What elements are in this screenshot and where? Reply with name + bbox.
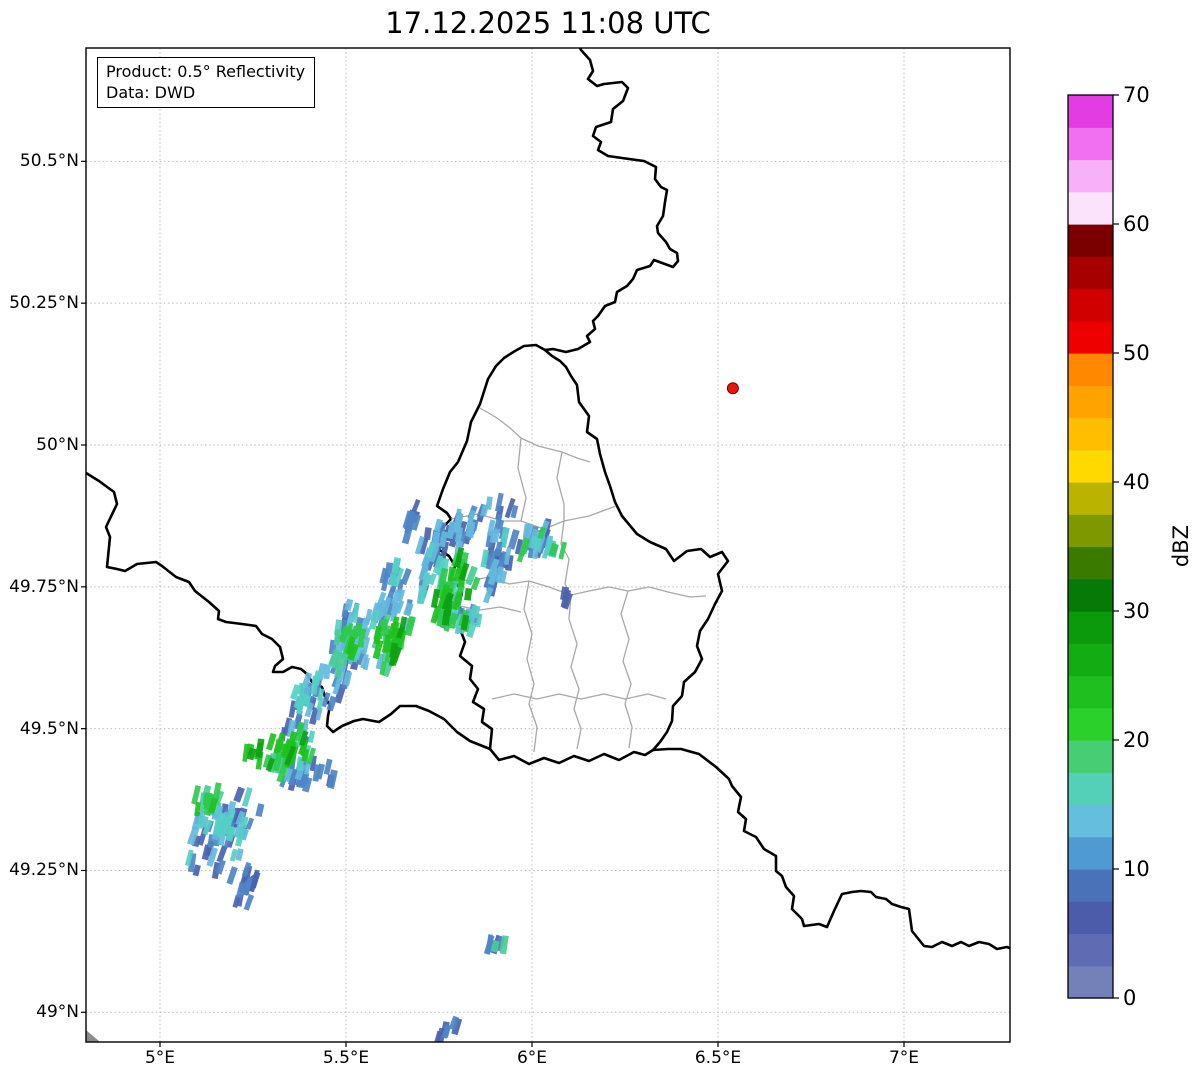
data-source-line: Data: DWD [106,82,305,103]
y-tick-label: 49.25°N [0,860,79,880]
x-tick-label: 6°E [487,1048,577,1068]
border-belgium-germany [545,43,678,352]
product-line: Product: 0.5° Reflectivity [106,61,305,82]
y-tick-label: 50°N [0,435,79,455]
x-tick-label: 5°E [115,1048,205,1068]
colorbar-tick-label: 70 [1123,83,1183,107]
border-france-belgium [86,473,490,749]
colorbar-tick-label: 10 [1123,857,1183,881]
colorbar-tick-label: 50 [1123,341,1183,365]
colorbar [1068,95,1119,999]
corner-terrain-wedge [86,1030,100,1042]
map-plot [0,0,1202,1081]
axis-tick-marks [81,161,904,1047]
y-tick-label: 50.5°N [0,151,79,171]
colorbar-tick-label: 60 [1123,212,1183,236]
colorbar-axis-label: dBZ [1167,511,1195,581]
radar-site-marker [727,383,738,394]
border-france-luxembourg [490,749,653,764]
border-france-germany [653,749,1012,949]
y-tick-label: 50.25°N [0,293,79,313]
y-tick-label: 49.75°N [0,577,79,597]
colorbar-tick-label: 20 [1123,728,1183,752]
product-annotation-box: Product: 0.5° Reflectivity Data: DWD [97,57,315,108]
x-tick-label: 6.5°E [673,1048,763,1068]
colorbar-tick-label: 30 [1123,599,1183,623]
radar-figure: 17.12.2025 11:08 UTC Product: 0.5° [0,0,1202,1081]
colorbar-tick-label: 40 [1123,470,1183,494]
y-tick-label: 49.5°N [0,719,79,739]
x-tick-label: 7°E [859,1048,949,1068]
border-germany-luxembourg [545,350,728,750]
y-tick-label: 49°N [0,1002,79,1022]
colorbar-tick-label: 0 [1123,986,1183,1010]
radar-echoes [185,493,573,1046]
x-tick-label: 5.5°E [301,1048,391,1068]
